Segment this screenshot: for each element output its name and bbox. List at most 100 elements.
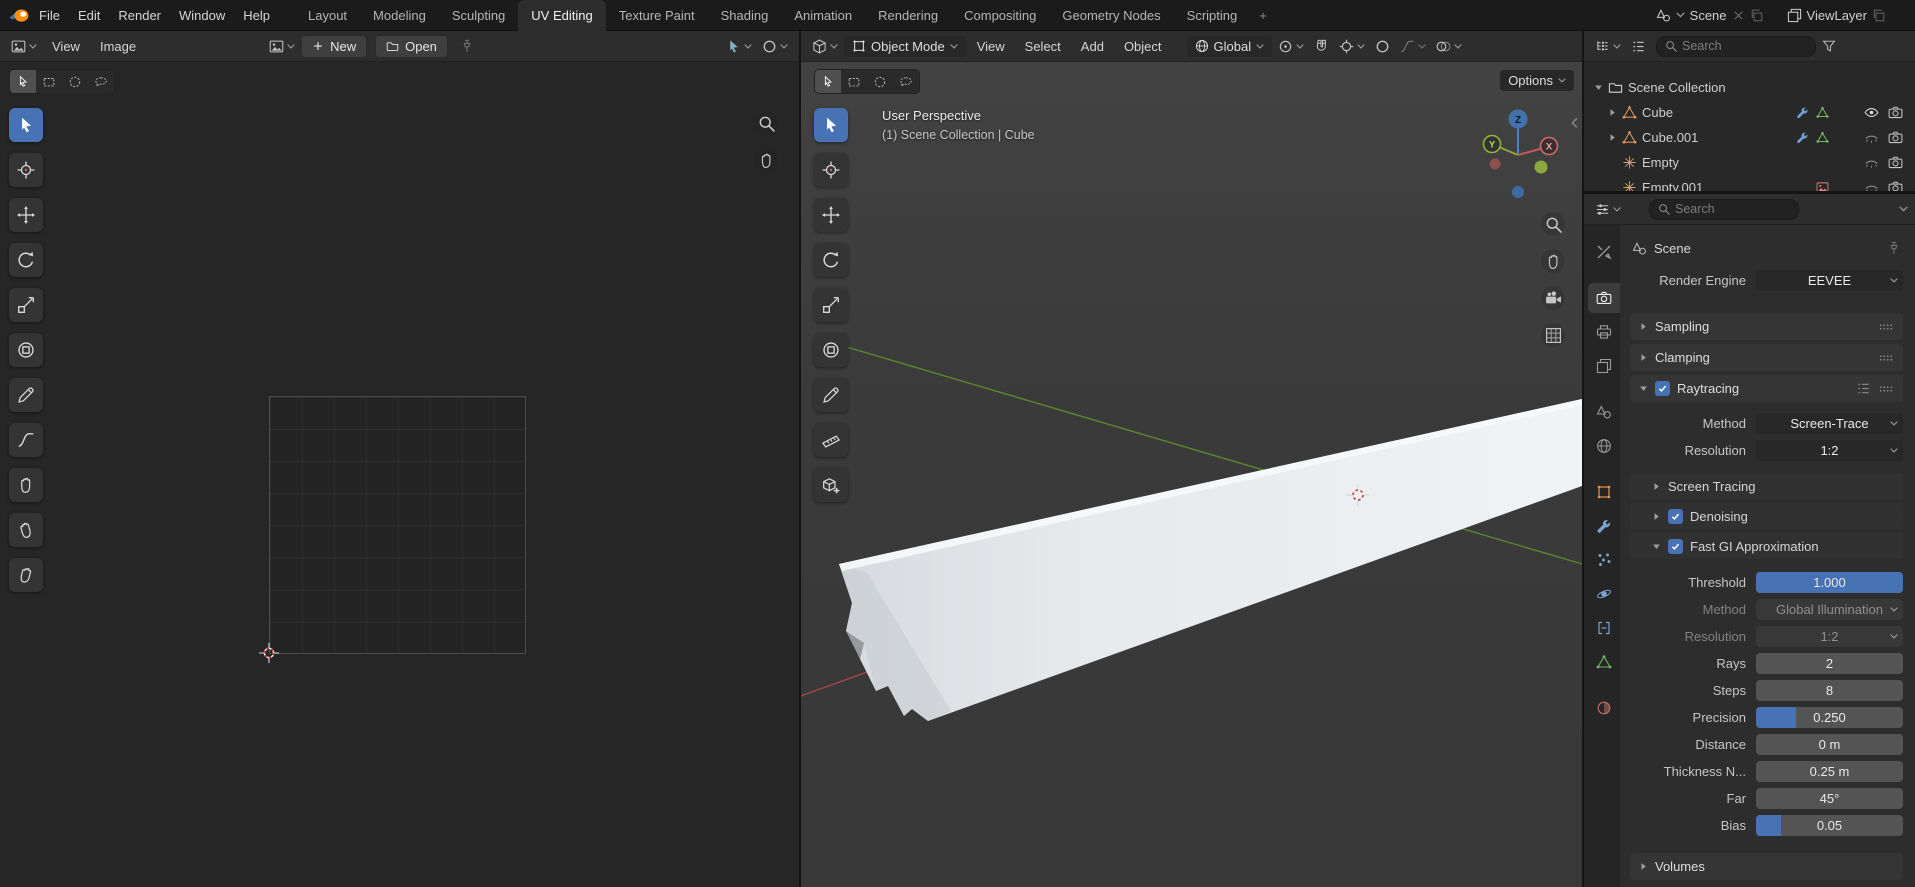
vp-tool-cursor[interactable] <box>814 153 848 187</box>
fgi-steps-field[interactable]: 8 <box>1756 680 1903 701</box>
outliner-search[interactable] <box>1656 36 1816 57</box>
mesh-data-icon[interactable] <box>1816 131 1829 144</box>
vp-zoom-icon[interactable] <box>1541 212 1565 236</box>
uv-select-tweak-button[interactable] <box>10 70 36 93</box>
outliner-row-empty-001[interactable]: Empty.001 <box>1584 175 1915 191</box>
uv-tool-transform[interactable] <box>9 333 43 367</box>
outliner-editor-type-button[interactable] <box>1591 36 1625 57</box>
uv-tool-move[interactable] <box>9 198 43 232</box>
viewport-region[interactable]: Object Mode View Select Add Object Globa… <box>801 31 1582 887</box>
modifier-icon[interactable] <box>1796 106 1809 119</box>
uv-tool-rotate[interactable] <box>9 243 43 277</box>
blender-logo[interactable] <box>8 6 30 24</box>
uv-select-lasso-button[interactable] <box>88 70 114 93</box>
uv-tool-annotate[interactable] <box>9 378 43 412</box>
tab-animation[interactable]: Animation <box>781 0 865 31</box>
fgi-method-dropdown[interactable]: Global Illumination <box>1756 599 1903 620</box>
fgi-thickness-field[interactable]: 0.25 m <box>1756 761 1903 782</box>
tab-object-properties[interactable] <box>1588 477 1620 507</box>
vp-tool-annotate[interactable] <box>814 378 848 412</box>
fgi-distance-field[interactable]: 0 m <box>1756 734 1903 755</box>
render-visibility-icon[interactable] <box>1888 105 1903 120</box>
fgi-bias-slider[interactable]: 0.05 <box>1756 815 1903 836</box>
fgi-far-field[interactable]: 45° <box>1756 788 1903 809</box>
tab-output-properties[interactable] <box>1588 317 1620 347</box>
vp-select-lasso-button[interactable] <box>893 70 919 93</box>
uv-tool-grab[interactable] <box>9 468 43 502</box>
vp-tool-rotate[interactable] <box>814 243 848 277</box>
snap-toggle[interactable] <box>1310 36 1333 57</box>
tab-particle-properties[interactable] <box>1588 545 1620 575</box>
vp-ortho-toggle-icon[interactable] <box>1541 323 1565 347</box>
tab-rendering[interactable]: Rendering <box>865 0 951 31</box>
viewport-scene[interactable] <box>801 31 1582 887</box>
vp-tool-measure[interactable] <box>814 423 848 457</box>
open-image-button[interactable]: Open <box>375 35 448 58</box>
outliner-display-mode-button[interactable] <box>1627 36 1650 57</box>
render-visibility-icon[interactable] <box>1888 155 1903 170</box>
vp-tool-transform[interactable] <box>814 333 848 367</box>
properties-region[interactable]: Scene Render Engine EEVEE Sampling <box>1584 194 1915 887</box>
render-visibility-icon[interactable] <box>1888 180 1903 191</box>
tab-modeling[interactable]: Modeling <box>360 0 439 31</box>
uv-menu-image[interactable]: Image <box>91 35 145 58</box>
tab-scripting[interactable]: Scripting <box>1174 0 1251 31</box>
viewlayer-name[interactable]: ViewLayer <box>1807 8 1867 23</box>
fgi-rays-field[interactable]: 2 <box>1756 653 1903 674</box>
tab-layout[interactable]: Layout <box>295 0 360 31</box>
tab-compositing[interactable]: Compositing <box>951 0 1049 31</box>
panel-raytracing-header[interactable]: Raytracing <box>1630 375 1903 402</box>
options-dropdown[interactable]: Options <box>1500 70 1574 91</box>
vp-tool-move[interactable] <box>814 198 848 232</box>
grip-icon[interactable] <box>1878 320 1894 334</box>
outliner-item-label[interactable]: Cube.001 <box>1642 130 1698 145</box>
unlink-scene-icon[interactable] <box>1732 9 1745 22</box>
transform-orientation-dropdown[interactable]: Global <box>1187 36 1273 57</box>
new-viewlayer-icon[interactable] <box>1872 9 1885 22</box>
uv-tool-cursor[interactable] <box>9 153 43 187</box>
denoising-checkbox[interactable] <box>1668 509 1683 524</box>
scene-name[interactable]: Scene <box>1690 8 1727 23</box>
uv-image-bounds-grid[interactable] <box>269 396 526 654</box>
tab-uv-editing[interactable]: UV Editing <box>518 0 605 31</box>
tab-view-layer-properties[interactable] <box>1588 351 1620 381</box>
menu-help[interactable]: Help <box>234 4 279 27</box>
vp-menu-object[interactable]: Object <box>1115 35 1171 58</box>
properties-search-input[interactable] <box>1675 202 1790 216</box>
tab-geometry-nodes[interactable]: Geometry Nodes <box>1049 0 1173 31</box>
vp-camera-view-icon[interactable] <box>1541 286 1565 310</box>
breadcrumb-scene[interactable]: Scene <box>1654 241 1691 256</box>
add-workspace-button[interactable]: + <box>1250 0 1276 31</box>
outliner-item-label[interactable]: Cube <box>1642 105 1673 120</box>
pin-icon[interactable] <box>460 39 474 53</box>
modifier-icon[interactable] <box>1796 131 1809 144</box>
fast-gi-checkbox[interactable] <box>1668 539 1683 554</box>
fgi-threshold-slider[interactable]: 1.000 <box>1756 572 1903 593</box>
properties-editor-type-button[interactable] <box>1591 199 1625 220</box>
hide-eye-icon[interactable] <box>1864 130 1879 145</box>
subpanel-denoising-header[interactable]: Denoising <box>1630 503 1903 529</box>
grip-icon[interactable] <box>1878 382 1894 396</box>
tab-physics-properties[interactable] <box>1588 579 1620 609</box>
pivot-point-dropdown[interactable] <box>1274 36 1308 57</box>
rt-method-dropdown[interactable]: Screen-Trace <box>1756 413 1903 434</box>
uv-menu-view[interactable]: View <box>43 35 89 58</box>
tab-material-properties[interactable] <box>1588 693 1620 723</box>
menu-edit[interactable]: Edit <box>69 4 109 27</box>
menu-render[interactable]: Render <box>109 4 170 27</box>
menu-window[interactable]: Window <box>170 4 234 27</box>
uv-2d-cursor[interactable] <box>258 642 280 664</box>
uv-editor-type-button[interactable] <box>7 36 41 57</box>
fgi-precision-slider[interactable]: 0.250 <box>1756 707 1903 728</box>
pin-icon[interactable] <box>1887 241 1901 255</box>
uv-tool-scale[interactable] <box>9 288 43 322</box>
outliner-item-label[interactable]: Empty.001 <box>1642 180 1703 191</box>
outliner-row-cube-001[interactable]: Cube.001 <box>1584 125 1915 150</box>
panel-volumes-header[interactable]: Volumes <box>1630 853 1903 880</box>
hide-eye-icon[interactable] <box>1864 105 1879 120</box>
render-engine-dropdown[interactable]: EEVEE <box>1756 270 1903 291</box>
outliner-filter-button[interactable] <box>1818 36 1840 56</box>
image-data-icon[interactable] <box>1816 181 1829 191</box>
presets-icon[interactable] <box>1856 381 1871 396</box>
uv-tool-relax-hand[interactable] <box>9 513 43 547</box>
